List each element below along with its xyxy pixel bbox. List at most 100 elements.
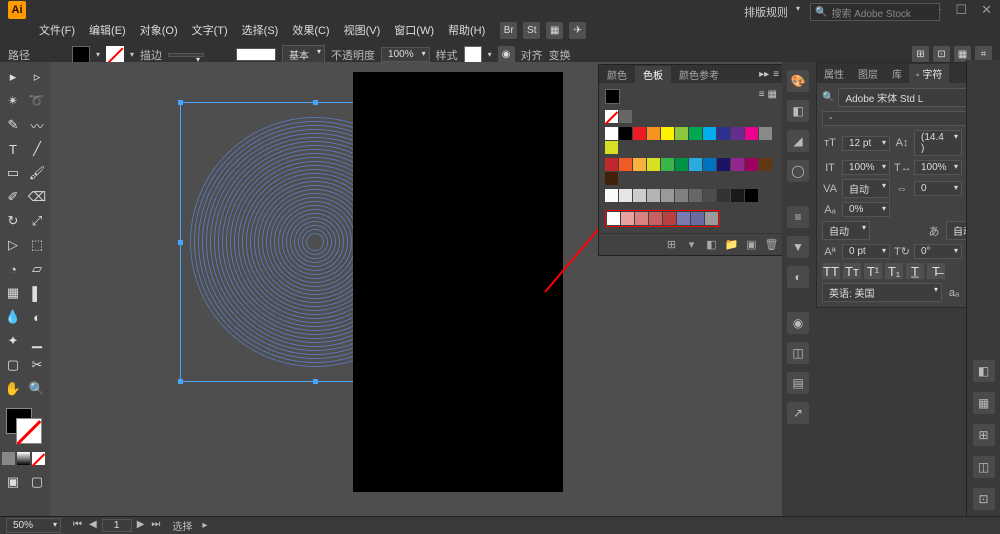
grid-view-icon[interactable]: ▦ [768,89,777,104]
strikethrough-button[interactable]: T̶ [927,263,945,279]
baseline-input[interactable]: 0% [842,202,890,217]
eyedropper-tool[interactable]: 💧 [2,306,24,328]
zoom-dropdown[interactable]: 50% [6,518,61,533]
swatch-cell[interactable] [633,127,646,140]
swatch-options-icon[interactable]: ◧ [704,238,719,251]
swatch-cell[interactable] [689,189,702,202]
color-mode-icon[interactable] [2,452,15,465]
swatch-library-icon[interactable]: ⊞ [664,238,679,251]
appearance-panel-icon[interactable]: ◉ [787,312,809,334]
paintbrush-tool[interactable]: 🖌 [26,162,48,184]
zoom-tool[interactable]: 🔍 [26,378,48,400]
eraser-tool[interactable]: ⌫ [26,186,48,208]
close-icon[interactable]: ✕ [981,2,992,18]
swatch-cell[interactable] [647,158,660,171]
brush-preview[interactable] [236,48,276,61]
edge-icon-2[interactable]: ▦ [973,392,995,414]
swatch-cell[interactable] [661,127,674,140]
rectangle-tool[interactable]: ▭ [2,162,24,184]
swatch-cell[interactable] [759,127,772,140]
artboard-tool[interactable]: ▢ [2,354,24,376]
menu-select[interactable]: 选择(S) [237,20,284,40]
workspace-switcher[interactable]: 排版规则 [738,2,802,22]
column-graph-tool[interactable]: ▁ [26,330,48,352]
handle-top-left[interactable] [178,100,183,105]
graphic-styles-icon[interactable]: ◫ [787,342,809,364]
all-caps-button[interactable]: TT [822,263,840,279]
swatch-cell[interactable] [661,189,674,202]
swatch-cell[interactable] [703,127,716,140]
stroke-color[interactable] [16,418,42,444]
tab-color[interactable]: 颜色 [599,66,635,83]
superscript-button[interactable]: T¹ [864,263,882,279]
transparency-panel-icon[interactable]: ◐ [787,266,809,288]
swatch-cell[interactable] [759,158,772,171]
language-dropdown[interactable]: 英语: 美国 [822,283,942,302]
perspective-tool[interactable]: ▱ [26,258,48,280]
opacity-input[interactable]: 100% [381,47,430,62]
swatch-cell[interactable] [605,172,618,185]
swatch-cell[interactable] [675,127,688,140]
artboard-first-icon[interactable]: ⏮ [71,519,84,532]
swatch-cell[interactable] [675,158,688,171]
tracking-input[interactable]: 0 [914,181,962,196]
swatch-cell[interactable] [745,127,758,140]
swatch-cell[interactable] [731,189,744,202]
stroke-swatch[interactable] [106,46,124,64]
stock-icon[interactable]: St [523,22,540,39]
swatch-cell[interactable] [635,212,648,225]
artboard-prev-icon[interactable]: ◀ [87,519,99,532]
list-view-icon[interactable]: ≡ [759,89,765,104]
swatch-cell[interactable] [663,212,676,225]
ctrl-icon-2[interactable]: ⊡ [933,46,950,63]
fill-dropdown-icon[interactable]: ▾ [96,50,100,59]
swatch-cell[interactable] [717,189,730,202]
swatch-cell[interactable] [605,158,618,171]
shift1-input[interactable]: 0 pt [842,244,890,259]
swatch-none[interactable] [605,110,618,123]
swatch-cell[interactable] [633,189,646,202]
swatch-cell[interactable] [689,158,702,171]
free-transform-tool[interactable]: ⬚ [26,234,48,256]
small-caps-button[interactable]: Tт [843,263,861,279]
screen-mode-toggle[interactable]: ▢ [26,471,48,493]
line-tool[interactable]: ╱ [26,138,48,160]
screen-mode-normal[interactable]: ▣ [2,471,24,493]
edge-icon-4[interactable]: ◫ [973,456,995,478]
brushes-icon[interactable]: ◢ [787,130,809,152]
shape-builder-tool[interactable]: ◔ [2,258,24,280]
artboard-number[interactable]: 1 [102,519,132,532]
canvas[interactable]: 颜色 色板 颜色参考 ▸▸ ≡ ≡ ▦ [50,62,782,518]
panel-collapse-icon[interactable]: ▸▸ [759,69,769,80]
handle-mid-left[interactable] [178,240,183,245]
swatch-cell[interactable] [647,127,660,140]
opacity-label[interactable]: 不透明度 [331,47,375,63]
tab-color-guide[interactable]: 颜色参考 [671,66,727,83]
recolor-icon[interactable]: ◉ [498,46,515,63]
selection-tool[interactable]: ▸ [2,66,24,88]
menu-effect[interactable]: 效果(C) [287,20,334,40]
tab-character[interactable]: ◦ 字符 [909,64,949,83]
swatch-cell[interactable] [675,189,688,202]
swatch-cell[interactable] [691,212,704,225]
handle-bottom-left[interactable] [178,379,183,384]
symbols-icon[interactable]: ◯ [787,160,809,182]
swatch-cell[interactable] [731,127,744,140]
menu-view[interactable]: 视图(V) [339,20,386,40]
swatch-cell[interactable] [745,189,758,202]
swatch-cell[interactable] [647,189,660,202]
scale-tool[interactable]: ⤢ [26,210,48,232]
symbol-sprayer-tool[interactable]: ✦ [2,330,24,352]
autokern-left[interactable]: 自动 [822,221,870,240]
swatch-cell[interactable] [607,212,620,225]
color-themes-icon[interactable]: ◧ [787,100,809,122]
tab-swatches[interactable]: 色板 [635,66,671,83]
ctrl-icon-1[interactable]: ⊞ [912,46,929,63]
edge-icon-5[interactable]: ⊡ [973,488,995,510]
menu-type[interactable]: 文字(T) [187,20,233,40]
swatch-cell[interactable] [619,127,632,140]
width-tool[interactable]: ▷ [2,234,24,256]
hscale-input[interactable]: 100% [914,160,962,175]
hand-tool[interactable]: ✋ [2,378,24,400]
layers-panel-icon[interactable]: ▤ [787,372,809,394]
